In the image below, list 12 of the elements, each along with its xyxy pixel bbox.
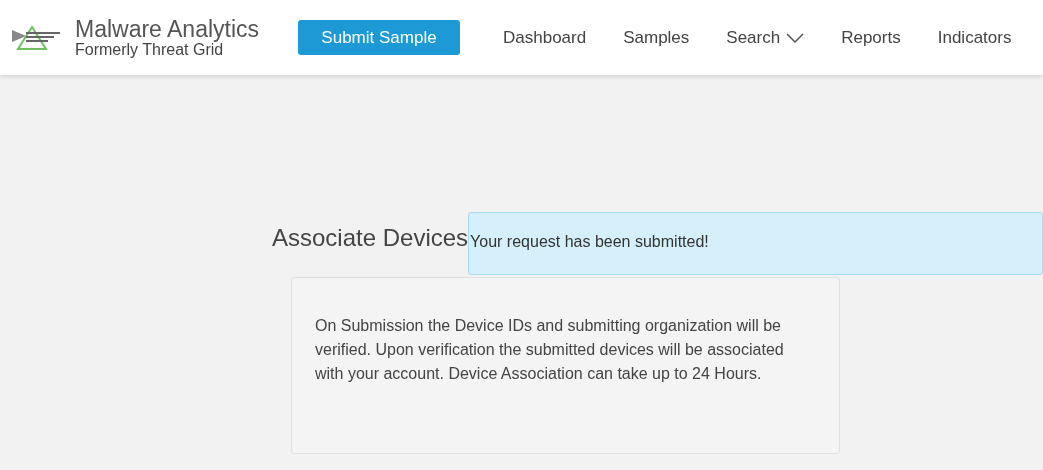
success-alert: Your request has been submitted! <box>468 212 1043 275</box>
nav-link[interactable]: Reports <box>841 27 901 48</box>
brand-subtitle: Formerly Threat Grid <box>75 40 224 59</box>
info-text: On Submission the Device IDs and submitting organization will be verified. Upon verification the submitted devices will be associated with your account. Device Association can take up to 24 Hours. <box>315 316 785 384</box>
nav-link[interactable]: Samples <box>623 27 690 48</box>
logo-icon <box>12 23 62 52</box>
nav-link[interactable]: Indicators <box>937 27 1012 48</box>
chevron-down-icon <box>786 32 805 43</box>
nav-link[interactable]: Dashboard <box>503 27 587 48</box>
brand-title: Malware Analytics <box>75 16 260 41</box>
nav-dropdown[interactable]: Search <box>726 27 805 48</box>
page-title: Associate Devices <box>272 224 469 252</box>
